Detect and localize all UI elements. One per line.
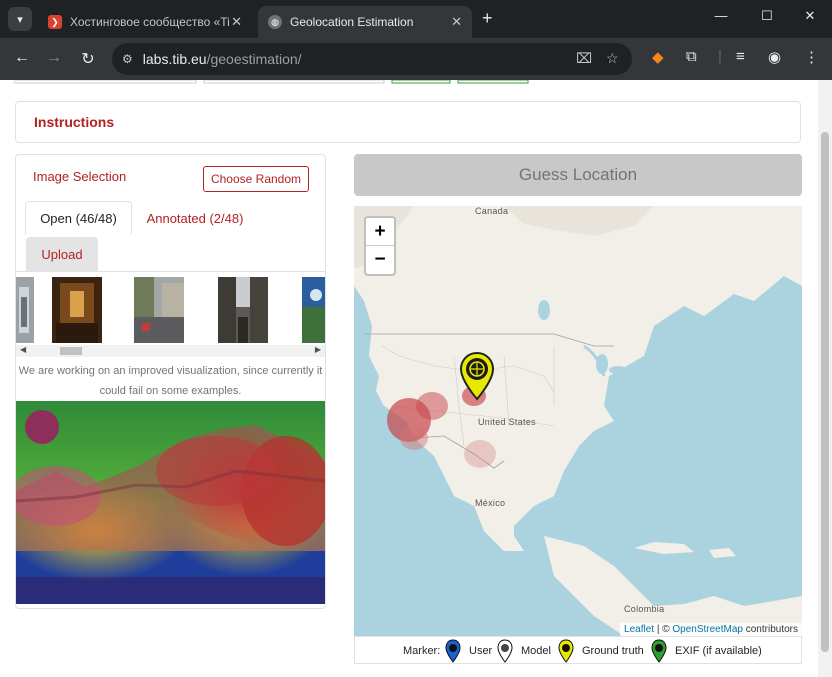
bookmark-star-icon[interactable]: ☆ [606,50,619,67]
browser-titlebar: ▾ ❯ Хостинговое сообщество «Tim ✕ ◍ Geol… [0,0,832,38]
back-arrow-icon[interactable]: ← [12,49,32,67]
leaflet-link[interactable]: Leaflet [624,624,654,635]
forward-arrow-icon[interactable]: → [44,49,64,67]
translate-icon[interactable]: ⌧ [576,50,592,67]
browser-toolbar: ← → ↻ ⚙ labs.tib.eu/geoestimation/ ⌧ ☆ ◆… [0,38,832,80]
legend-ground-truth: Ground truth [582,645,644,657]
zoom-in-button[interactable]: + [366,218,394,246]
url-host: labs.tib.eu [142,51,207,67]
guess-location-label: Guess Location [518,165,638,184]
extensions-puzzle-icon[interactable]: ⧉ [686,48,697,65]
toolbar-divider: | [718,48,722,65]
zoom-out-button[interactable]: − [366,246,394,274]
thumbnail-scrollbar[interactable]: ◀ ▶ [16,345,325,357]
thumbnail-image[interactable] [302,277,325,343]
model-marker-icon [497,639,513,663]
attribution-separator: | © [654,624,673,635]
browser-tab-geolocation[interactable]: ◍ Geolocation Estimation ✕ [258,6,472,38]
image-selection-title: Image Selection [33,169,127,184]
visualization-note: We are working on an improved visualizat… [18,365,323,397]
more-menu-icon[interactable]: ⋮ [804,48,819,66]
attribution-contributors: contributors [742,624,798,635]
class-activation-heatmap [16,401,325,604]
choose-random-button[interactable]: Choose Random [203,166,309,192]
legend-model: Model [521,645,551,657]
tab-close-icon[interactable]: ✕ [231,14,242,30]
thumbnail-image[interactable] [218,277,268,343]
guess-location-button[interactable]: Guess Location [354,154,802,196]
ground-truth-marker-icon[interactable] [460,351,494,401]
legend-user: User [469,645,493,657]
openstreetmap-link[interactable]: OpenStreetMap [672,624,743,635]
scrollbar-thumb[interactable] [60,347,82,355]
browser-tab-hosting[interactable]: ❯ Хостинговое сообщество «Tim ✕ [38,6,252,38]
user-marker-icon [445,639,461,663]
leaflet-map[interactable]: Canada United States México Colombia + −… [354,206,802,636]
legend-exif: EXIF (if available) [675,645,762,657]
scroll-left-arrow-icon[interactable]: ◀ [20,345,26,354]
tab-open[interactable]: Open (46/48) [25,201,132,235]
tab-title: Geolocation Estimation [290,15,414,29]
hosting-favicon-icon: ❯ [48,15,62,29]
instructions-panel[interactable]: Instructions [15,101,801,143]
exif-marker-icon [651,639,667,663]
ground-truth-marker-icon [558,639,574,663]
tab-divider [16,271,325,272]
map-label-canada: Canada [475,206,509,216]
image-thumbnail-strip [16,277,325,343]
thumbnail-image[interactable] [52,277,102,343]
web-page: Instructions Image Selection Choose Rand… [0,80,832,677]
map-label-mexico: México [475,498,506,508]
cut-off-form-controls [14,80,529,84]
address-bar[interactable]: ⚙ labs.tib.eu/geoestimation/ ⌧ ☆ [112,43,632,75]
site-settings-icon[interactable]: ⚙ [122,52,133,66]
tab-close-icon[interactable]: ✕ [451,14,462,30]
image-selection-panel: Image Selection Choose Random Open (46/4… [15,154,326,609]
maximize-icon[interactable]: ☐ [757,8,777,24]
scroll-right-arrow-icon[interactable]: ▶ [315,345,321,354]
reload-icon[interactable]: ↻ [78,49,98,69]
map-label-united-states: United States [478,417,536,427]
thumbnail-image[interactable] [16,277,34,343]
close-icon[interactable]: ✕ [800,8,820,24]
url-path: /geoestimation/ [206,51,302,67]
media-queue-icon[interactable]: ≡ [736,48,745,65]
page-scrollbar-thumb[interactable] [821,132,829,652]
legend-label: Marker: [403,645,441,657]
new-tab-plus-icon[interactable]: + [482,8,493,29]
map-attribution: Leaflet | © OpenStreetMap contributors [620,623,802,636]
instructions-heading[interactable]: Instructions [34,114,114,130]
marker-legend: Marker: User Model Ground truth EXIF (if… [354,636,802,664]
minimize-icon[interactable]: — [711,8,731,23]
metamask-extension-icon[interactable]: ◆ [652,48,664,66]
map-label-colombia: Colombia [624,604,665,614]
thumbnail-image[interactable] [134,277,184,343]
tab-search-chevron-icon[interactable]: ▾ [8,7,32,31]
tab-annotated[interactable]: Annotated (2/48) [138,201,252,235]
map-tiles[interactable] [354,206,802,636]
page-scrollbar[interactable] [818,80,832,677]
profile-avatar-icon[interactable]: ◉ [768,48,781,66]
globe-favicon-icon: ◍ [268,15,282,29]
zoom-control: + − [364,216,396,276]
tab-upload[interactable]: Upload [26,237,98,271]
tab-title: Хостинговое сообщество «Tim [70,15,230,29]
